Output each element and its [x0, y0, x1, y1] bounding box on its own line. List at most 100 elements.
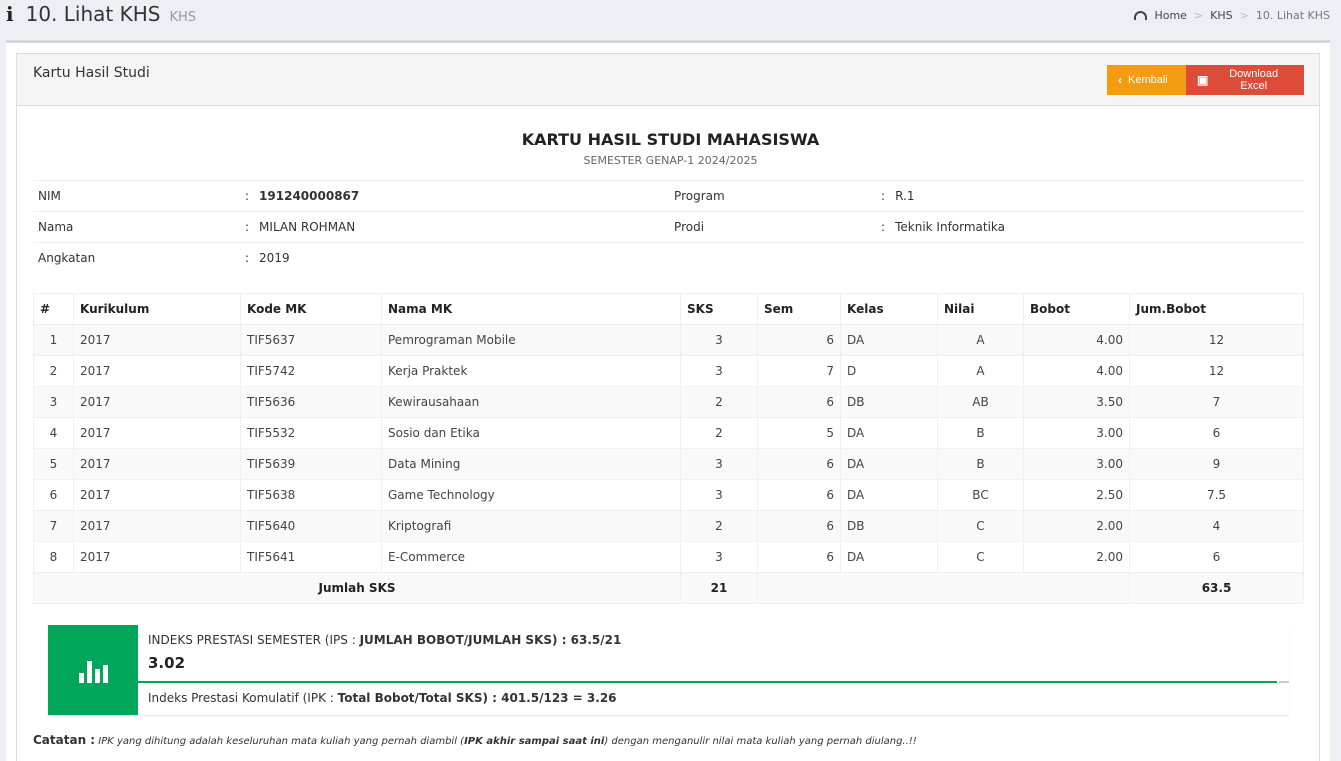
kode-mk-cell: TIF5637 [240, 324, 382, 356]
back-button[interactable]: ‹ Kembali [1107, 65, 1186, 95]
nilai-cell: A [937, 324, 1024, 356]
row-number-cell: 3 [33, 386, 74, 418]
kode-mk-cell: TIF5640 [240, 510, 382, 542]
kode-mk-cell: TIF5638 [240, 479, 382, 511]
kurikulum-cell: 2017 [73, 510, 241, 542]
semester-cell: 6 [757, 386, 841, 418]
ipk-formula: Total Bobot/Total SKS [337, 691, 483, 705]
table-row: 7 2017 TIF5640 Kriptografi 2 6 DB C 2.00 4 [33, 510, 1304, 542]
row-number-cell: 4 [33, 417, 74, 449]
angkatan-value: 2019 [254, 242, 670, 274]
colon: : [876, 211, 891, 243]
nama-mk-cell: Sosio dan Etika [381, 417, 681, 449]
kelas-cell: D [840, 355, 938, 387]
kurikulum-cell: 2017 [73, 479, 241, 511]
bobot-cell: 2.50 [1023, 479, 1130, 511]
student-info-row: Angkatan : 2019 [33, 242, 1304, 274]
semester-cell: 6 [757, 448, 841, 480]
column-header: Kode MK [240, 293, 382, 325]
kelas-cell: DA [840, 324, 938, 356]
semester-cell: 7 [757, 355, 841, 387]
student-info-row: Nama : MILAN ROHMAN Prodi : Teknik Infor… [33, 211, 1304, 243]
ipk-prefix: Indeks Prestasi Komulatif (IPK : [148, 691, 338, 705]
nim-label: NIM [33, 180, 240, 212]
jum-bobot-cell: 7 [1129, 386, 1304, 418]
table-row: 5 2017 TIF5639 Data Mining 3 6 DA B 3.00 9 [33, 448, 1304, 480]
table-footer-row: Jumlah SKS 21 63.5 [33, 572, 1304, 604]
jum-bobot-cell: 12 [1129, 355, 1304, 387]
semester-cell: 6 [757, 324, 841, 356]
back-button-label: Kembali [1128, 74, 1168, 86]
student-info-row: NIM : 191240000867 Program : R.1 [33, 180, 1304, 212]
bobot-cell: 3.00 [1023, 448, 1130, 480]
semester-cell: 5 [757, 417, 841, 449]
nilai-cell: B [937, 417, 1024, 449]
kelas-cell: DA [840, 479, 938, 511]
nama-mk-cell: Kewirausahaan [381, 386, 681, 418]
colon: : [876, 180, 891, 212]
prodi-label: Prodi [669, 211, 877, 243]
column-header: Kurikulum [73, 293, 241, 325]
table-header-row: # Kurikulum Kode MK Nama MK SKS Sem Kela… [33, 293, 1304, 325]
jum-bobot-cell: 6 [1129, 417, 1304, 449]
column-header: Kelas [840, 293, 938, 325]
kelas-cell: DA [840, 541, 938, 573]
row-number-cell: 6 [33, 479, 74, 511]
nilai-cell: BC [937, 479, 1024, 511]
breadcrumb-khs[interactable]: KHS [1210, 9, 1232, 22]
row-number-cell: 2 [33, 355, 74, 387]
save-icon: ▣ [1197, 73, 1209, 87]
ips-suffix: ) : 63.5/21 [552, 633, 622, 647]
sks-cell: 3 [680, 541, 758, 573]
kelas-cell: DA [840, 417, 938, 449]
info-icon: i [6, 2, 14, 26]
kurikulum-cell: 2017 [73, 448, 241, 480]
sks-cell: 3 [680, 448, 758, 480]
bobot-cell: 3.00 [1023, 417, 1130, 449]
kurikulum-cell: 2017 [73, 355, 241, 387]
ips-progress-track [1279, 681, 1289, 683]
semester-cell: 6 [757, 541, 841, 573]
row-number-cell: 8 [33, 541, 74, 573]
breadcrumb-home[interactable]: Home [1154, 9, 1186, 22]
table-row: 2 2017 TIF5742 Kerja Praktek 3 7 D A 4.00 12 [33, 355, 1304, 387]
nama-mk-cell: Kriptografi [381, 510, 681, 542]
total-sks: 21 [680, 572, 758, 604]
nama-mk-cell: Pemrograman Mobile [381, 324, 681, 356]
row-number-cell: 1 [33, 324, 74, 356]
ips-label: INDEKS PRESTASI SEMESTER (IPS : JUMLAH B… [148, 633, 621, 647]
download-excel-button[interactable]: ▣ Download Excel [1186, 65, 1304, 95]
table-row: 3 2017 TIF5636 Kewirausahaan 2 6 DB AB 3.50 7 [33, 386, 1304, 418]
sks-cell: 2 [680, 386, 758, 418]
table-row: 6 2017 TIF5638 Game Technology 3 6 DA BC 2.50 7.5 [33, 479, 1304, 511]
total-label: Jumlah SKS [33, 572, 681, 604]
ips-progress-bar [138, 681, 1277, 683]
grades-table: # Kurikulum Kode MK Nama MK SKS Sem Kela… [33, 293, 1304, 604]
kurikulum-cell: 2017 [73, 417, 241, 449]
kurikulum-cell: 2017 [73, 324, 241, 356]
ips-value: 3.02 [148, 654, 186, 672]
nama-mk-cell: E-Commerce [381, 541, 681, 573]
document-semester: SEMESTER GENAP-1 2024/2025 [583, 154, 758, 167]
document-title: KARTU HASIL STUDI MAHASISWA [521, 130, 820, 149]
breadcrumb-separator: > [1239, 9, 1249, 22]
page-title: i 10. Lihat KHS KHS [6, 2, 196, 26]
note: Catatan : IPK yang dihitung adalah kesel… [33, 733, 917, 747]
breadcrumb: Home > KHS > 10. Lihat KHS [1134, 9, 1330, 22]
ip-info-box: INDEKS PRESTASI SEMESTER (IPS : JUMLAH B… [48, 625, 1289, 715]
colon: : [240, 242, 255, 274]
row-number-cell: 5 [33, 448, 74, 480]
jum-bobot-cell: 9 [1129, 448, 1304, 480]
prodi-value: Teknik Informatika [890, 211, 1304, 243]
semester-cell: 6 [757, 479, 841, 511]
note-text-b: IPK akhir sampai saat ini [464, 736, 605, 747]
kode-mk-cell: TIF5532 [240, 417, 382, 449]
angkatan-label: Angkatan [33, 242, 240, 274]
column-header: Nilai [937, 293, 1024, 325]
bobot-cell: 2.00 [1023, 541, 1130, 573]
note-label: Catatan : [33, 733, 96, 747]
nama-value: MILAN ROHMAN [254, 211, 670, 243]
box-title: Kartu Hasil Studi [33, 65, 150, 81]
student-info: NIM : 191240000867 Program : R.1 Nama : … [33, 180, 1304, 274]
nilai-cell: AB [937, 386, 1024, 418]
